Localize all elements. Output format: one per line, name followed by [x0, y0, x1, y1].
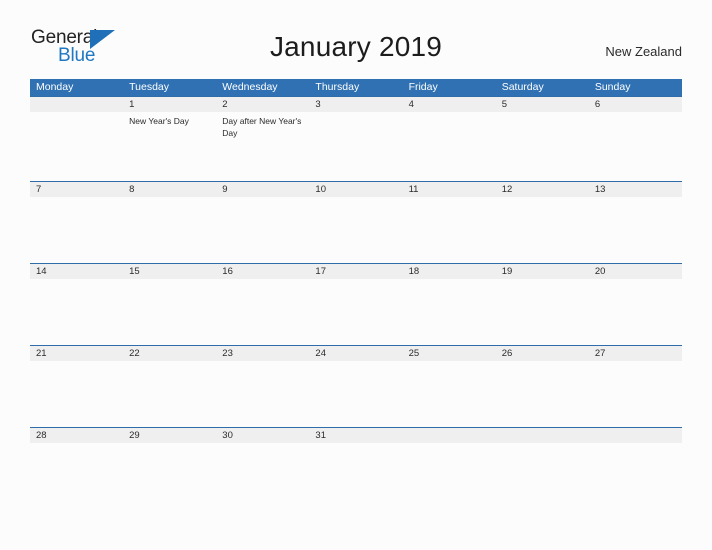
- weekday-header-thursday: Thursday: [315, 81, 360, 93]
- day-event-text[interactable]: [403, 279, 496, 345]
- day-event-text[interactable]: [309, 112, 402, 181]
- date-number[interactable]: [496, 428, 589, 443]
- date-number[interactable]: 26: [496, 346, 589, 361]
- day-event-text[interactable]: [496, 197, 589, 263]
- date-number[interactable]: [30, 97, 123, 112]
- day-event-text[interactable]: [30, 361, 123, 427]
- weekday-header-friday: Friday: [408, 81, 438, 93]
- day-event-text[interactable]: [403, 361, 496, 427]
- date-number[interactable]: 18: [403, 264, 496, 279]
- date-number[interactable]: 13: [589, 182, 682, 197]
- date-number[interactable]: 21: [30, 346, 123, 361]
- weekday-header-row: Monday Tuesday Wednesday Thursday Friday…: [30, 79, 682, 96]
- date-number[interactable]: 8: [123, 182, 216, 197]
- weekday-header-monday: Monday: [36, 81, 74, 93]
- date-number[interactable]: 27: [589, 346, 682, 361]
- week-row: 14 15 16 17 18 19 20: [30, 263, 682, 345]
- date-number[interactable]: 5: [496, 97, 589, 112]
- day-event-text[interactable]: [496, 279, 589, 345]
- day-event-text[interactable]: [216, 361, 309, 427]
- date-number[interactable]: 3: [309, 97, 402, 112]
- date-number[interactable]: 31: [309, 428, 402, 443]
- day-event-text[interactable]: [403, 443, 496, 509]
- day-event-text[interactable]: [589, 197, 682, 263]
- date-number[interactable]: 9: [216, 182, 309, 197]
- weekday-header-saturday: Saturday: [501, 81, 544, 93]
- day-event-text[interactable]: [123, 197, 216, 263]
- week-row: 21 22 23 24 25 26 27: [30, 345, 682, 427]
- day-event-text[interactable]: [496, 443, 589, 509]
- date-number[interactable]: 30: [216, 428, 309, 443]
- day-event-text[interactable]: [123, 279, 216, 345]
- date-number-band: 1 2 3 4 5 6: [30, 97, 682, 112]
- date-number[interactable]: 19: [496, 264, 589, 279]
- date-number[interactable]: 12: [496, 182, 589, 197]
- day-event-text[interactable]: [403, 197, 496, 263]
- date-number-band: 28 29 30 31: [30, 428, 682, 443]
- day-event-text[interactable]: [589, 112, 682, 181]
- week-row: 7 8 9 10 11 12 13: [30, 181, 682, 263]
- date-number[interactable]: 7: [30, 182, 123, 197]
- day-event-text[interactable]: [309, 197, 402, 263]
- date-number[interactable]: 16: [216, 264, 309, 279]
- date-number-band: 14 15 16 17 18 19 20: [30, 264, 682, 279]
- calendar-grid: Monday Tuesday Wednesday Thursday Friday…: [30, 79, 682, 509]
- date-number[interactable]: 15: [123, 264, 216, 279]
- date-number-band: 7 8 9 10 11 12 13: [30, 182, 682, 197]
- day-event-text[interactable]: [30, 112, 123, 181]
- page-header: General Blue January 2019 New Zealand: [0, 0, 712, 65]
- date-number[interactable]: 10: [309, 182, 402, 197]
- date-number[interactable]: 20: [589, 264, 682, 279]
- date-number-band: 21 22 23 24 25 26 27: [30, 346, 682, 361]
- day-event-text[interactable]: [309, 279, 402, 345]
- day-event-text[interactable]: [216, 197, 309, 263]
- date-number[interactable]: 17: [309, 264, 402, 279]
- day-event-band: [30, 197, 682, 263]
- week-row: 1 2 3 4 5 6 New Year's Day Day after New…: [30, 96, 682, 181]
- day-event-text[interactable]: [30, 443, 123, 509]
- weekday-header-sunday: Sunday: [594, 81, 631, 93]
- date-number[interactable]: 6: [589, 97, 682, 112]
- date-number[interactable]: [403, 428, 496, 443]
- day-event-band: New Year's Day Day after New Year's Day: [30, 112, 682, 181]
- day-event-text[interactable]: [309, 361, 402, 427]
- day-event-text[interactable]: New Year's Day: [123, 112, 216, 181]
- date-number[interactable]: 22: [123, 346, 216, 361]
- day-event-text[interactable]: [123, 443, 216, 509]
- weekday-header-tuesday: Tuesday: [129, 81, 170, 93]
- date-number[interactable]: 4: [403, 97, 496, 112]
- day-event-text[interactable]: [403, 112, 496, 181]
- date-number[interactable]: 28: [30, 428, 123, 443]
- day-event-text[interactable]: [496, 361, 589, 427]
- day-event-text[interactable]: [30, 279, 123, 345]
- day-event-text[interactable]: [30, 197, 123, 263]
- date-number[interactable]: 2: [216, 97, 309, 112]
- date-number[interactable]: 23: [216, 346, 309, 361]
- date-number[interactable]: 29: [123, 428, 216, 443]
- day-event-band: [30, 279, 682, 345]
- country-label: New Zealand: [605, 44, 682, 59]
- date-number[interactable]: [589, 428, 682, 443]
- day-event-text[interactable]: [123, 361, 216, 427]
- day-event-band: [30, 361, 682, 427]
- date-number[interactable]: 14: [30, 264, 123, 279]
- date-number[interactable]: 1: [123, 97, 216, 112]
- day-event-text[interactable]: [589, 361, 682, 427]
- calendar-page: General Blue January 2019 New Zealand Mo…: [0, 0, 712, 550]
- weekday-header-wednesday: Wednesday: [222, 81, 278, 93]
- day-event-text[interactable]: [216, 279, 309, 345]
- day-event-band: [30, 443, 682, 509]
- day-event-text[interactable]: [496, 112, 589, 181]
- date-number[interactable]: 24: [309, 346, 402, 361]
- day-event-text[interactable]: Day after New Year's Day: [216, 112, 309, 181]
- day-event-text[interactable]: [309, 443, 402, 509]
- date-number[interactable]: 25: [403, 346, 496, 361]
- day-event-text[interactable]: [589, 443, 682, 509]
- week-row: 28 29 30 31: [30, 427, 682, 509]
- date-number[interactable]: 11: [403, 182, 496, 197]
- day-event-text[interactable]: [589, 279, 682, 345]
- day-event-text[interactable]: [216, 443, 309, 509]
